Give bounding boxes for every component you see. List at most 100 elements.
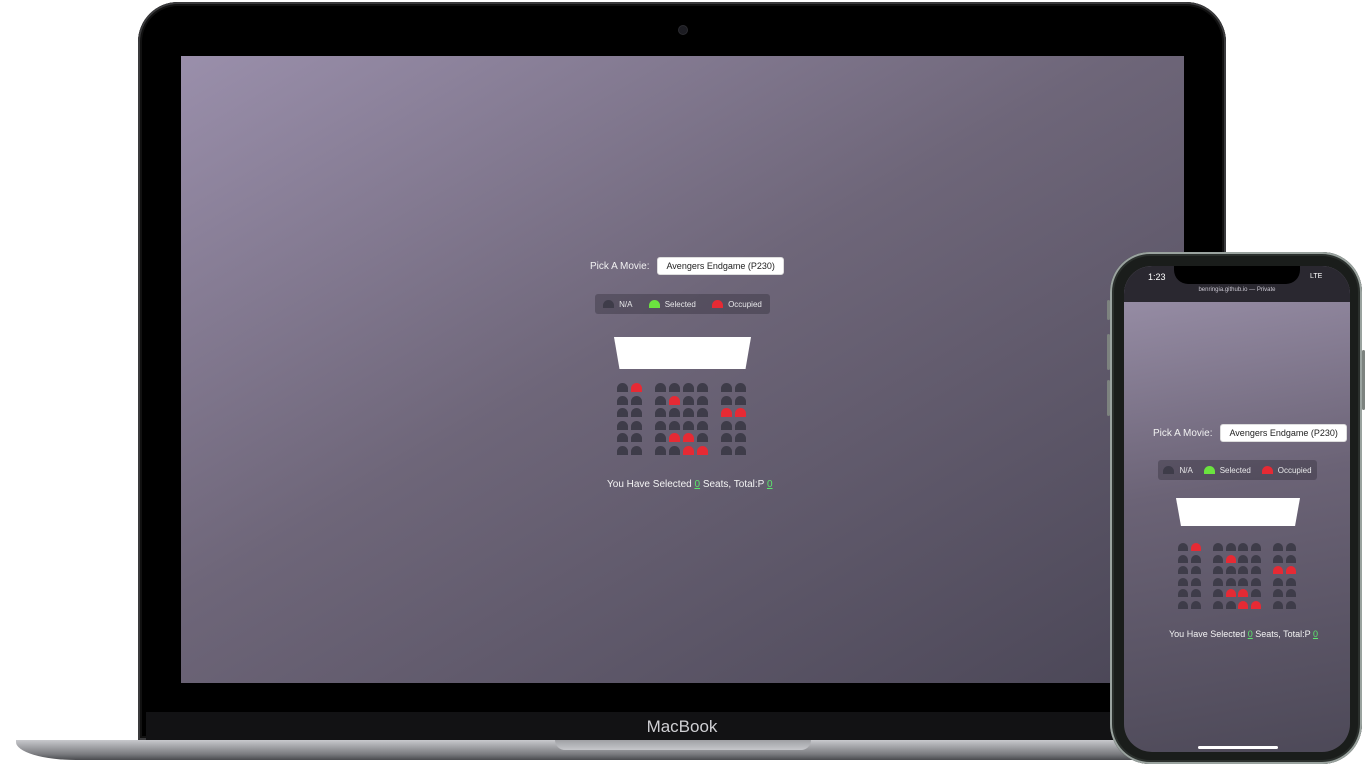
total-price: 0 — [1312, 629, 1318, 639]
seat-available[interactable] — [721, 383, 732, 392]
seat-available[interactable] — [697, 395, 708, 405]
seat-available[interactable] — [1285, 589, 1296, 597]
seat-available[interactable] — [669, 383, 680, 392]
phone-volume-down-button — [1107, 380, 1110, 416]
selection-summary: You Have Selected 0 Seats, Total:P 0 — [1169, 629, 1318, 639]
seat-selected-icon — [648, 300, 660, 308]
legend-na-label: N/A — [1179, 465, 1193, 475]
seat-available[interactable] — [655, 408, 666, 417]
seat-available[interactable] — [1238, 554, 1248, 563]
seat-available[interactable] — [1285, 554, 1296, 563]
seat-available[interactable] — [697, 383, 708, 392]
seat-available[interactable] — [735, 383, 746, 392]
seat-available[interactable] — [1225, 566, 1236, 574]
seat-available[interactable] — [1250, 589, 1261, 597]
seat-available[interactable] — [669, 420, 680, 430]
seat-available[interactable] — [1178, 543, 1188, 551]
seat-available[interactable] — [697, 420, 708, 430]
seat-available[interactable] — [1273, 543, 1283, 551]
seat-available[interactable] — [735, 433, 746, 442]
seat-available[interactable] — [1273, 600, 1283, 609]
legend-na: N/A — [603, 300, 632, 309]
seat-available[interactable] — [1250, 577, 1261, 586]
legend-occupied: Occupied — [712, 300, 762, 309]
phone-home-indicator[interactable] — [1198, 746, 1278, 749]
seat-available[interactable] — [631, 420, 642, 430]
seat-available[interactable] — [1238, 566, 1248, 574]
seat-available[interactable] — [735, 445, 746, 455]
seat-available[interactable] — [721, 420, 732, 430]
seat-available[interactable] — [1213, 566, 1223, 574]
seat-available[interactable] — [1285, 600, 1296, 609]
phone-volume-up-button — [1107, 334, 1110, 370]
seat-available[interactable] — [1178, 566, 1188, 574]
seat-available[interactable] — [1273, 554, 1283, 563]
seat-available[interactable] — [735, 395, 746, 405]
seat-available[interactable] — [631, 408, 642, 417]
seat-available[interactable] — [617, 408, 628, 417]
seat-available[interactable] — [1213, 577, 1223, 586]
cinema-screen — [1176, 498, 1300, 526]
seat-available[interactable] — [735, 420, 746, 430]
seat-available[interactable] — [1285, 577, 1296, 586]
camera-icon — [679, 26, 687, 34]
seat-available[interactable] — [631, 395, 642, 405]
seat-available[interactable] — [1178, 554, 1188, 563]
seat-available[interactable] — [655, 383, 666, 392]
seat-available[interactable] — [631, 445, 642, 455]
seat-available[interactable] — [617, 383, 628, 392]
movie-select[interactable]: Avengers Endgame (P230) — [1220, 424, 1347, 442]
seat-available[interactable] — [1190, 566, 1201, 574]
seat-available[interactable] — [1190, 554, 1201, 563]
seat-available[interactable] — [697, 408, 708, 417]
seat-available[interactable] — [1285, 543, 1296, 551]
seat-available[interactable] — [1213, 554, 1223, 563]
seat-available[interactable] — [1250, 554, 1261, 563]
seat-available[interactable] — [1225, 543, 1236, 551]
seat-available[interactable] — [683, 408, 694, 417]
seat-available[interactable] — [669, 408, 680, 417]
seat-available[interactable] — [1238, 577, 1248, 586]
seat-available[interactable] — [1178, 600, 1188, 609]
seat-available[interactable] — [655, 445, 666, 455]
seat-available[interactable] — [683, 383, 694, 392]
seat-available[interactable] — [1225, 577, 1236, 586]
seat-available[interactable] — [1250, 543, 1261, 551]
movie-select[interactable]: Avengers Endgame (P230) — [657, 257, 784, 275]
seat-available[interactable] — [1178, 577, 1188, 586]
seat-available[interactable] — [617, 420, 628, 430]
seat-available[interactable] — [617, 445, 628, 455]
seat-available[interactable] — [1273, 589, 1283, 597]
seat-occupied — [683, 445, 694, 455]
seat-available[interactable] — [617, 433, 628, 442]
movie-seat-app-mobile: Pick A Movie: Avengers Endgame (P230) N/… — [1124, 266, 1350, 752]
seat-available[interactable] — [655, 433, 666, 442]
seat-available[interactable] — [1213, 600, 1223, 609]
seat-occupied — [1225, 554, 1236, 563]
seat-available[interactable] — [631, 433, 642, 442]
seat-available[interactable] — [721, 395, 732, 405]
seat-available[interactable] — [1190, 600, 1201, 609]
seat-available[interactable] — [617, 395, 628, 405]
seat-available[interactable] — [697, 433, 708, 442]
seat-available[interactable] — [1238, 543, 1248, 551]
seat-available[interactable] — [669, 445, 680, 455]
seat-available[interactable] — [1178, 589, 1188, 597]
seat-available[interactable] — [1250, 566, 1261, 574]
seat-available[interactable] — [1213, 589, 1223, 597]
seat-occupied — [1190, 543, 1201, 551]
seat-available[interactable] — [1225, 600, 1236, 609]
seat-available[interactable] — [1190, 589, 1201, 597]
seat-available[interactable] — [655, 420, 666, 430]
seat-available[interactable] — [683, 395, 694, 405]
seat-available[interactable] — [721, 445, 732, 455]
movie-picker: Pick A Movie: Avengers Endgame (P230) — [590, 257, 784, 275]
seat-available[interactable] — [1273, 577, 1283, 586]
seat-available[interactable] — [683, 420, 694, 430]
seat-available[interactable] — [1213, 543, 1223, 551]
seat-occupied — [697, 445, 708, 455]
seat-available[interactable] — [1190, 577, 1201, 586]
seat-available[interactable] — [721, 433, 732, 442]
summary-middle: Seats, Total:P — [1252, 629, 1313, 639]
seat-available[interactable] — [655, 395, 666, 405]
